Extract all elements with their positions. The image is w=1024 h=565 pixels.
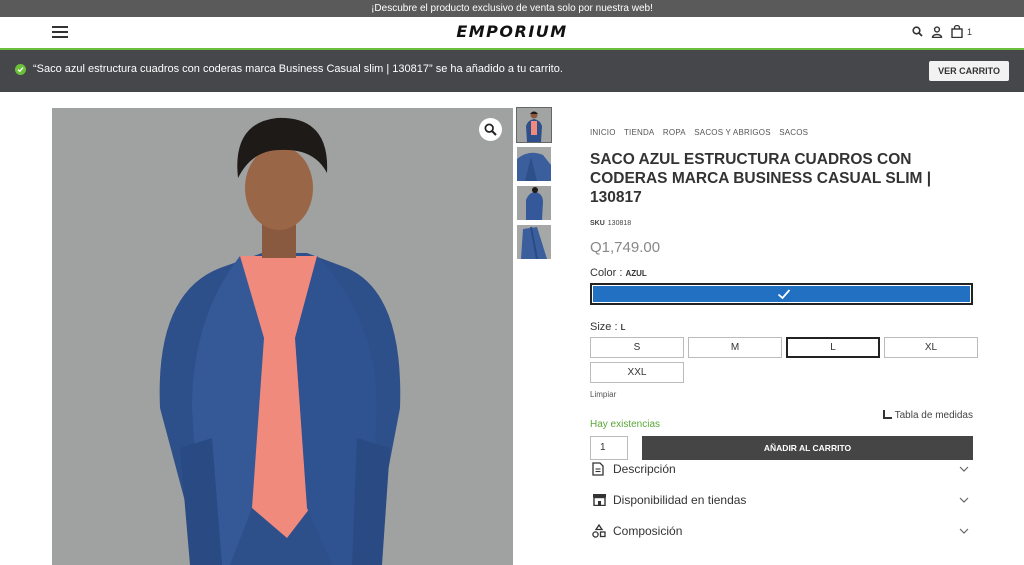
thumbnail-image[interactable]: [517, 225, 551, 259]
sku: SKU 130818: [590, 220, 973, 227]
size-options: S M L XL XXL: [590, 337, 980, 383]
zoom-icon[interactable]: [479, 118, 502, 141]
header-icons: 1: [912, 25, 972, 38]
color-label: Color : AZUL: [590, 267, 973, 279]
breadcrumb: INICIO TIENDA ROPA SACOS Y ABRIGOS SACOS: [590, 128, 973, 137]
size-label: Size : L: [590, 321, 973, 333]
swatch-fill: [593, 286, 970, 302]
checkmark-icon: [777, 289, 791, 300]
size-option-m[interactable]: M: [688, 337, 782, 358]
size-label-text: Size :: [590, 321, 618, 333]
thumbnail-image[interactable]: [516, 107, 552, 143]
add-to-cart-button[interactable]: AÑADIR AL CARRITO: [642, 436, 973, 460]
cart-icon[interactable]: [951, 25, 963, 38]
size-option-xl[interactable]: XL: [884, 337, 978, 358]
thumbnail-image[interactable]: [517, 186, 551, 220]
thumbnail-image[interactable]: [517, 147, 551, 181]
document-icon: [592, 462, 604, 476]
size-chart-label: Tabla de medidas: [894, 410, 973, 421]
size-option-s[interactable]: S: [590, 337, 684, 358]
menu-icon[interactable]: [52, 26, 68, 38]
accordion-description[interactable]: Descripción: [590, 460, 973, 491]
chevron-down-icon: [959, 497, 969, 503]
shapes-icon: [592, 524, 606, 538]
color-label-text: Color :: [590, 267, 623, 279]
chevron-down-icon: [959, 466, 969, 472]
cart-count: 1: [966, 26, 972, 37]
stock-status: Hay existencias: [590, 419, 661, 430]
color-value: AZUL: [625, 269, 647, 278]
ruler-icon: [882, 410, 892, 419]
view-cart-button[interactable]: VER CARRITO: [929, 61, 1009, 81]
stock-row: Hay existencias Tabla de medidas: [590, 410, 973, 431]
accordion-label: Descripción: [613, 462, 676, 476]
breadcrumb-item[interactable]: INICIO: [590, 128, 616, 137]
accordion-composition[interactable]: Composición: [590, 522, 973, 553]
store-icon: [593, 494, 606, 506]
account-icon[interactable]: [931, 25, 943, 38]
product-info: INICIO TIENDA ROPA SACOS Y ABRIGOS SACOS…: [590, 128, 978, 553]
buy-row: 1 AÑADIR AL CARRITO: [590, 436, 973, 460]
brand-logo[interactable]: EMPORIUM: [0, 22, 1024, 41]
notice-message: “Saco azul estructura cuadros con codera…: [33, 63, 563, 75]
search-icon[interactable]: [912, 26, 923, 37]
breadcrumb-item[interactable]: TIENDA: [624, 128, 655, 137]
promo-bar: ¡Descubre el producto exclusivo de venta…: [0, 0, 1024, 17]
promo-text: ¡Descubre el producto exclusivo de venta…: [371, 3, 653, 14]
site-header: EMPORIUM 1: [0, 17, 1024, 49]
breadcrumb-item[interactable]: ROPA: [663, 128, 686, 137]
size-option-l[interactable]: L: [786, 337, 880, 358]
breadcrumb-item[interactable]: SACOS: [779, 128, 808, 137]
accordion-store-availability[interactable]: Disponibilidad en tiendas: [590, 491, 973, 522]
sku-value: 130818: [607, 220, 632, 227]
size-option-xxl[interactable]: XXL: [590, 362, 684, 383]
check-circle-icon: [15, 64, 26, 75]
product-main-image[interactable]: [52, 108, 513, 565]
breadcrumb-item[interactable]: SACOS Y ABRIGOS: [694, 128, 771, 137]
accordion-label: Disponibilidad en tiendas: [613, 493, 747, 507]
color-swatch-azul[interactable]: [590, 283, 973, 305]
product-title: SACO AZUL ESTRUCTURA CUADROS CON CODERAS…: [590, 151, 932, 206]
accordion-label: Composición: [613, 524, 683, 538]
size-value: L: [620, 323, 626, 332]
size-chart-link[interactable]: Tabla de medidas: [882, 410, 973, 421]
thumbnail-list: [516, 107, 552, 264]
cart-notice: “Saco azul estructura cuadros con codera…: [0, 50, 1024, 92]
model-photo: [52, 108, 513, 565]
clear-selection-link[interactable]: Limpiar: [590, 390, 973, 399]
quantity-input[interactable]: 1: [590, 436, 628, 460]
sku-label: SKU: [590, 220, 605, 227]
chevron-down-icon: [959, 528, 969, 534]
product-price: Q1,749.00: [590, 239, 661, 256]
